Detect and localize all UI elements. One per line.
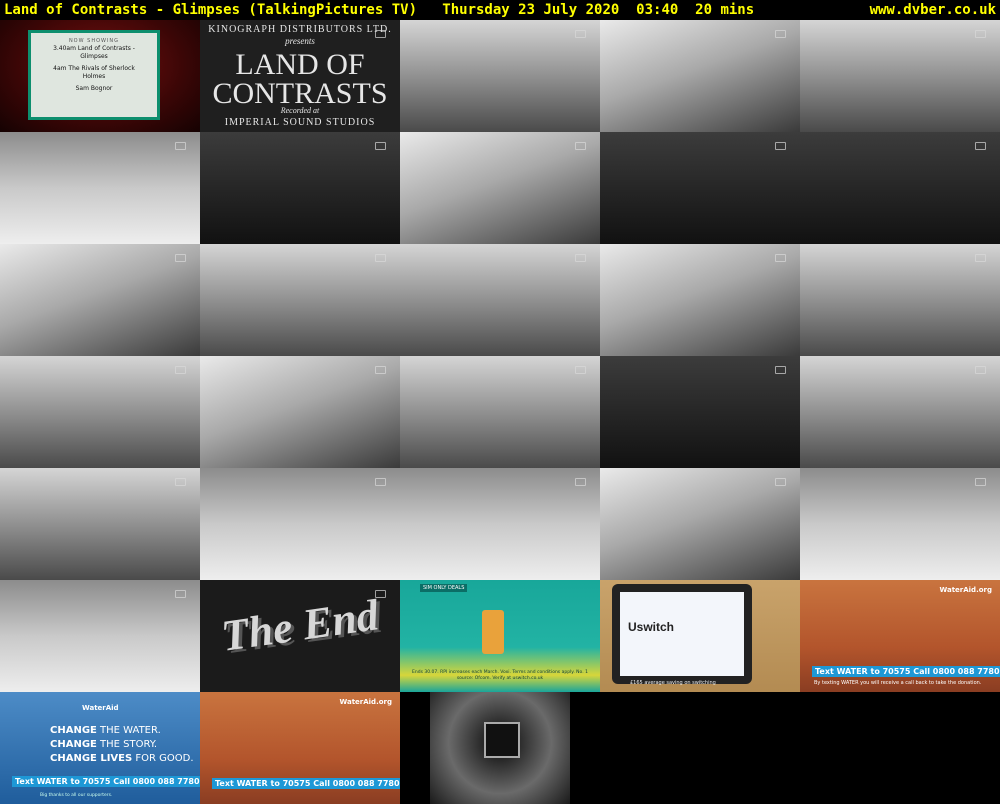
now-showing-label: NOW SHOWING	[68, 38, 120, 44]
thumbnail-promenade[interactable]	[200, 244, 400, 356]
tv-icon	[775, 478, 786, 486]
thumbnail-lion-monument[interactable]	[800, 132, 1000, 244]
tv-icon	[175, 254, 186, 262]
thumbnail-wateraid-ad-3[interactable]: WaterAid.org Text WATER to 70575 Call 08…	[200, 692, 400, 804]
thumbnail-street[interactable]	[400, 356, 600, 468]
ad-label: SIM ONLY DEALS	[420, 584, 468, 592]
tv-icon	[575, 30, 586, 38]
uswitch-logo: Uswitch	[628, 620, 675, 634]
thumbnail-giraffe-costume[interactable]	[0, 580, 200, 692]
tv-icon	[975, 254, 986, 262]
studio-text: IMPERIAL SOUND STUDIOS	[224, 117, 376, 128]
tv-icon	[975, 366, 986, 374]
tv-icon	[975, 142, 986, 150]
tv-icon	[375, 30, 386, 38]
thumbnail-church-towers[interactable]	[400, 132, 600, 244]
tv-icon	[575, 254, 586, 262]
tv-icon	[375, 366, 386, 374]
tv-icon	[775, 366, 786, 374]
tv-icon	[375, 590, 386, 598]
schedule-line: 3.40am Land of Contrasts -	[53, 45, 135, 52]
thumbnail-cinema-screen[interactable]: NOW SHOWING 3.40am Land of Contrasts - G…	[0, 20, 200, 132]
tv-icon	[975, 478, 986, 486]
tv-icon	[375, 254, 386, 262]
thumbnail-town-river[interactable]	[600, 20, 800, 132]
donation-text: Text WATER to 70575 Call 0800 088 7780	[812, 666, 1000, 677]
tv-icon	[575, 142, 586, 150]
thumbnail-title-card[interactable]: KINOGRAPH DISTRIBUTORS LTD. presents LAN…	[200, 20, 400, 132]
wateraid-logo: WaterAid.org	[939, 586, 993, 594]
thumbnail-rooftops[interactable]	[800, 244, 1000, 356]
tv-icon	[775, 142, 786, 150]
thumbnail-sim-ad[interactable]: SIM ONLY DEALS Ends 30.07. RPI increases…	[400, 580, 600, 692]
film-title: LAND OF CONTRASTS	[212, 48, 388, 110]
tv-icon	[175, 366, 186, 374]
wateraid-logo: WaterAid.org	[339, 698, 393, 706]
thumbnail-skaters[interactable]	[400, 468, 600, 580]
thumbnail-harbour[interactable]	[800, 20, 1000, 132]
thumbnail-pier[interactable]	[400, 244, 600, 356]
cinema-screen: NOW SHOWING 3.40am Land of Contrasts - G…	[28, 30, 160, 120]
thumbnail-grid: NOW SHOWING 3.40am Land of Contrasts - G…	[0, 20, 1000, 804]
tv-icon	[175, 142, 186, 150]
ident-logo-icon	[484, 722, 520, 758]
donation-text: Text WATER to 70575 Call 0800 088 7780	[212, 778, 400, 789]
thumbnail-tunnel-ident[interactable]	[430, 692, 570, 804]
laptop-screen: Uswitch	[620, 592, 744, 676]
tv-icon	[775, 30, 786, 38]
thumbnail-fountain-statue[interactable]	[200, 356, 400, 468]
thumbnail-snow-slope[interactable]	[200, 468, 400, 580]
thumbnail-uswitch-ad[interactable]: Uswitch £165 average saving on switching	[600, 580, 800, 692]
tv-icon	[575, 366, 586, 374]
ad-fine-print: Big thanks to all our supporters.	[40, 793, 113, 798]
tv-icon	[175, 478, 186, 486]
distributor-text: KINOGRAPH DISTRIBUTORS LTD.	[208, 24, 392, 35]
thumbnail-the-end[interactable]: The End	[200, 580, 400, 692]
tv-icon	[975, 30, 986, 38]
thumbnail-wateraid-ad-1[interactable]: WaterAid.org Text WATER to 70575 Call 08…	[800, 580, 1000, 692]
recorded-text: Recorded at	[280, 106, 320, 115]
thumbnail-steamboat[interactable]	[0, 244, 200, 356]
thumbnail-village[interactable]	[600, 244, 800, 356]
thumbnail-crowd-snow[interactable]	[0, 132, 200, 244]
tv-icon	[575, 478, 586, 486]
tv-icon	[375, 478, 386, 486]
schedule-line: Glimpses	[80, 53, 108, 60]
donation-text: Text WATER to 70575 Call 0800 088 7780	[12, 776, 200, 787]
ad-fine-print: By texting WATER you will receive a call…	[814, 680, 982, 686]
thumbnail-snow-garden[interactable]	[600, 132, 800, 244]
the-end-title: The End	[218, 590, 382, 661]
thumbnail-mountains[interactable]	[600, 468, 800, 580]
wateraid-slogan: CHANGE THE WATER. CHANGE THE STORY. CHAN…	[50, 725, 194, 764]
thumbnail-trees[interactable]	[200, 132, 400, 244]
thumbnail-frosted-trees[interactable]	[0, 468, 200, 580]
thumbnail-lake-view[interactable]	[800, 356, 1000, 468]
thumbnail-horse-cart[interactable]	[600, 356, 800, 468]
schedule-line: Sam Bognor	[75, 85, 113, 92]
schedule-line: 4am The Rivals of Sherlock	[53, 65, 135, 72]
wateraid-logo: WaterAid	[82, 704, 119, 712]
ad-fine-print: Ends 30.07. RPI increases each March. Vo…	[412, 670, 588, 681]
thumbnail-castle-lake[interactable]	[400, 20, 600, 132]
programme-info: Land of Contrasts - Glimpses (TalkingPic…	[4, 2, 755, 18]
sim-card-icon	[482, 610, 504, 654]
header-bar: Land of Contrasts - Glimpses (TalkingPic…	[0, 0, 1000, 20]
thumbnail-clock-tower[interactable]	[0, 356, 200, 468]
presents-text: presents	[285, 36, 315, 46]
tv-icon	[375, 142, 386, 150]
thumbnail-wateraid-ad-2[interactable]: WaterAid CHANGE THE WATER. CHANGE THE ST…	[0, 692, 200, 804]
tv-icon	[175, 590, 186, 598]
ad-fine-print: £165 average saving on switching	[630, 680, 716, 686]
thumbnail-figure-skater[interactable]	[800, 468, 1000, 580]
site-url[interactable]: www.dvber.co.uk	[870, 0, 996, 20]
tv-icon	[775, 254, 786, 262]
schedule-line: Holmes	[82, 73, 106, 80]
